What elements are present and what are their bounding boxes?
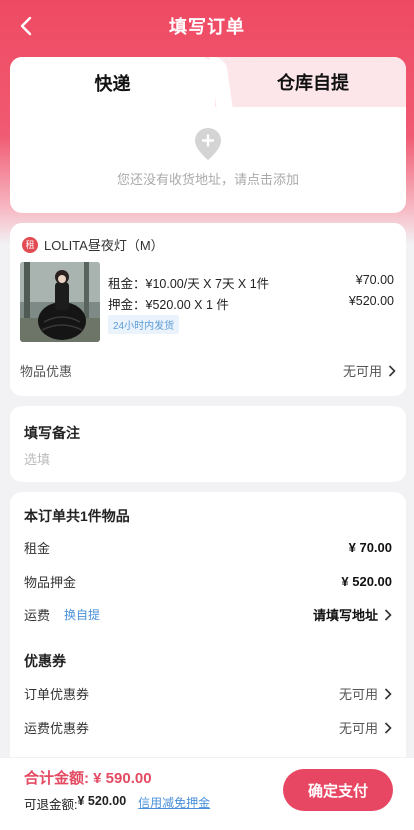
remark-input[interactable] [24, 448, 384, 470]
rent-badge: 租 [22, 236, 38, 253]
summary-rent-label: 租金 [24, 541, 51, 556]
freight-address-button[interactable]: 请填写地址 [313, 605, 392, 624]
shipping-tag: 24小时内发货 [108, 315, 180, 334]
chevron-right-icon [384, 608, 392, 621]
summary-freight-row: 运费 换自提 请填写地址 [24, 605, 392, 624]
tab-warehouse-pickup[interactable]: 仓库自提 [220, 57, 406, 107]
tab-pickup-label: 仓库自提 [277, 73, 349, 93]
chevron-right-icon [384, 721, 392, 734]
goods-name: LOLITA昼夜灯（M） [44, 238, 164, 253]
summary-deposit-label: 物品押金 [24, 575, 77, 590]
freight-coupon-row[interactable]: 运费优惠券 无可用 [24, 718, 392, 737]
order-coupon-value: 无可用 [338, 687, 378, 702]
order-coupon-row[interactable]: 订单优惠券 无可用 [24, 684, 392, 703]
tab-express-label: 快递 [94, 74, 131, 94]
page-title: 填写订单 [169, 17, 245, 37]
tab-express[interactable]: 快递 [10, 57, 215, 109]
location-pin-icon [195, 128, 221, 160]
freight-left: 运费 换自提 [24, 605, 100, 624]
rent-formula: 租金：¥10.00/天 X 7天 X 1件 [108, 277, 270, 291]
summary-deposit-value: ¥ 520.00 [341, 574, 392, 589]
deposit-formula: 押金：¥520.00 X 1 件 [108, 298, 229, 312]
goods-card: 租 LOLITA昼夜灯（M） 租金：¥10.00/天 X 7天 X 1件 ¥70… [10, 223, 406, 396]
chevron-right-icon [384, 687, 392, 700]
summary-title: 本订单共1件物品 [24, 508, 130, 524]
freight-label: 运费 [24, 608, 51, 623]
order-coupon-label: 订单优惠券 [24, 687, 90, 702]
refund-line: 可退金额: ¥ 520.00 信用减免押金 [24, 794, 210, 813]
summary-rent-value: ¥ 70.00 [348, 540, 392, 555]
refund-label: 可退金额: [24, 798, 78, 812]
order-summary-card: 本订单共1件物品 租金 ¥ 70.00 物品押金 ¥ 520.00 运费 换自提… [10, 492, 406, 757]
address-card: 快递 仓库自提 您还没有收货地址，请点击添加 [10, 57, 406, 213]
back-icon [20, 16, 32, 36]
delivery-tabs: 快递 仓库自提 [10, 57, 406, 109]
goods-discount-value-wrap: 无可用 [343, 361, 396, 380]
freight-coupon-label: 运费优惠券 [24, 721, 90, 736]
header-bar: 填写订单 [0, 0, 414, 52]
switch-self-pickup-link[interactable]: 换自提 [64, 606, 100, 623]
total-amount: 合计金额: ¥ 590.00 [24, 770, 152, 787]
coupon-section-title: 优惠券 [24, 653, 66, 669]
goods-discount-label: 物品优惠 [20, 364, 73, 379]
credit-deposit-waiver-link[interactable]: 信用减免押金 [138, 794, 210, 813]
summary-deposit-row: 物品押金 ¥ 520.00 [24, 572, 392, 591]
freight-value: 请填写地址 [312, 608, 378, 623]
deposit-amount: ¥520.00 [348, 294, 394, 308]
rent-amount: ¥70.00 [355, 273, 394, 287]
summary-rent-row: 租金 ¥ 70.00 [24, 538, 392, 557]
empty-address-text: 您还没有收货地址，请点击添加 [116, 172, 299, 187]
chevron-right-icon [388, 364, 396, 377]
refund-amount: ¥ 520.00 [77, 794, 127, 808]
deposit-price-line: 押金：¥520.00 X 1 件 ¥520.00 [108, 294, 394, 313]
add-address-button[interactable]: 您还没有收货地址，请点击添加 [10, 127, 406, 188]
remark-title: 填写备注 [24, 425, 80, 441]
goods-discount-value: 无可用 [342, 364, 382, 379]
freight-coupon-value-wrap: 无可用 [339, 718, 392, 737]
confirm-pay-button[interactable]: 确定支付 [283, 769, 393, 811]
goods-title-row: 租 LOLITA昼夜灯（M） [22, 235, 164, 254]
goods-discount-row[interactable]: 物品优惠 无可用 [20, 361, 396, 380]
goods-image[interactable] [20, 262, 100, 342]
freight-coupon-value: 无可用 [338, 721, 378, 736]
back-button[interactable] [14, 14, 38, 38]
order-coupon-value-wrap: 无可用 [339, 684, 392, 703]
checkout-bar: 合计金额: ¥ 590.00 可退金额: ¥ 520.00 信用减免押金 确定支… [0, 757, 414, 830]
remark-card: 填写备注 [10, 406, 406, 482]
rent-price-line: 租金：¥10.00/天 X 7天 X 1件 ¥70.00 [108, 273, 394, 292]
